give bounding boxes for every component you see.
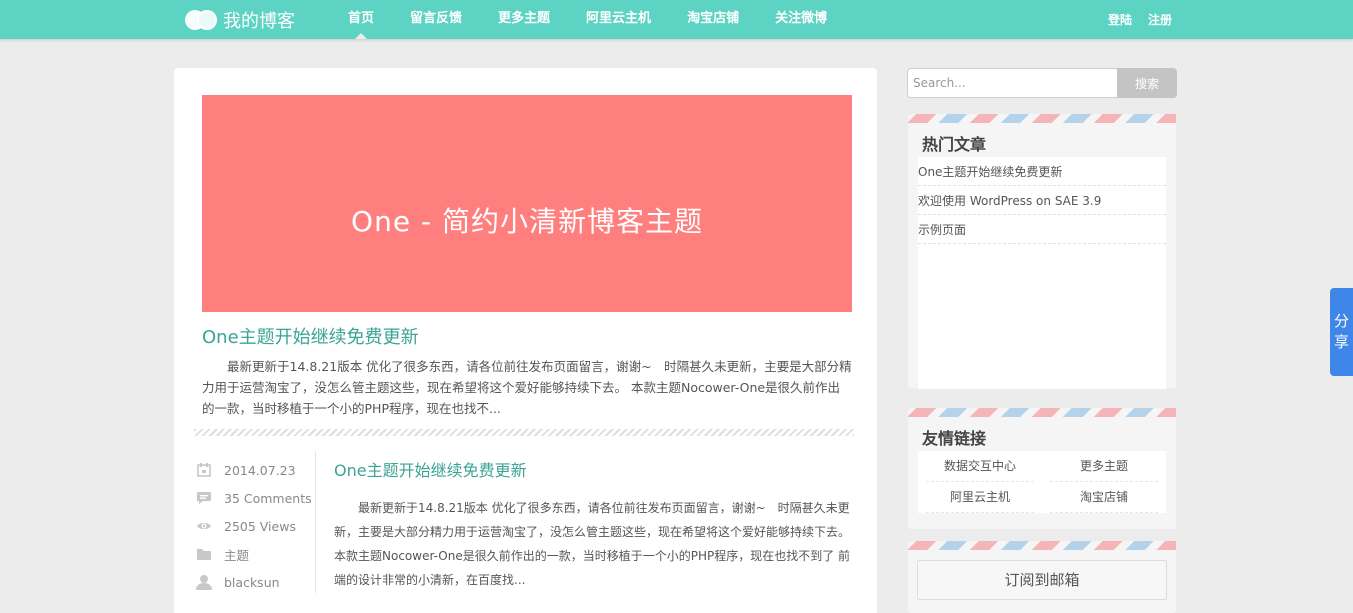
post-views-row: 2505 Views: [196, 512, 316, 540]
banner-text: One - 简约小清新博客主题: [351, 204, 703, 238]
hot-article-item[interactable]: 示例页面: [918, 215, 1166, 244]
nav-item-taobao[interactable]: 淘宝店铺: [669, 0, 757, 39]
friend-link-item[interactable]: 阿里云主机: [926, 482, 1034, 513]
calendar-icon: [197, 463, 211, 477]
site-title: 我的博客: [223, 11, 295, 32]
friend-links-title: 友情链接: [922, 429, 987, 448]
auth-links: 登陆 注册: [1108, 0, 1172, 39]
subscribe-email-button[interactable]: 订阅到邮箱: [917, 560, 1167, 600]
search-button[interactable]: 搜索: [1117, 68, 1177, 98]
main-content: One - 简约小清新博客主题 One主题开始继续免费更新 最新更新于14.8.…: [174, 68, 877, 613]
user-icon: [196, 575, 212, 590]
friend-links-widget: 友情链接 数据交互中心 更多主题 阿里云主机 淘宝店铺: [908, 408, 1176, 529]
friend-link-item[interactable]: 淘宝店铺: [1050, 482, 1158, 513]
main-nav: 首页 留言反馈 更多主题 阿里云主机 淘宝店铺 关注微博: [330, 0, 845, 39]
nav-item-home[interactable]: 首页: [330, 0, 392, 39]
post-category: 主题: [224, 547, 250, 563]
register-link[interactable]: 注册: [1148, 0, 1172, 39]
post-title[interactable]: One主题开始继续免费更新: [334, 457, 527, 481]
hot-article-item[interactable]: 欢迎使用 WordPress on SAE 3.9: [918, 186, 1166, 215]
share-label: 分享: [1334, 312, 1350, 351]
post-views: 2505 Views: [224, 518, 296, 534]
friend-links-list: 数据交互中心 更多主题 阿里云主机 淘宝店铺: [918, 451, 1166, 513]
hot-article-item[interactable]: One主题开始继续免费更新: [918, 157, 1166, 186]
comment-icon: [197, 492, 211, 504]
site-logo[interactable]: 我的博客: [185, 8, 295, 32]
nav-item-more-themes[interactable]: 更多主题: [480, 0, 568, 39]
nav-item-aliyun[interactable]: 阿里云主机: [568, 0, 669, 39]
eye-icon: [197, 523, 211, 529]
post-author-row[interactable]: blacksun: [196, 568, 316, 596]
friend-link-item[interactable]: 数据交互中心: [926, 451, 1034, 482]
top-nav-bar: 我的博客 首页 留言反馈 更多主题 阿里云主机 淘宝店铺 关注微博 登陆 注册: [0, 0, 1353, 39]
post-excerpt: 最新更新于14.8.21版本 优化了很多东西，请各位前往发布页面留言，谢谢~ 时…: [334, 501, 851, 587]
post-author: blacksun: [224, 574, 280, 590]
nav-item-weibo[interactable]: 关注微博: [757, 0, 845, 39]
search-input[interactable]: [907, 68, 1117, 98]
share-button[interactable]: 分享: [1330, 288, 1353, 376]
friend-link-item[interactable]: 更多主题: [1050, 451, 1158, 482]
post-date-row: 2014.07.23: [196, 456, 316, 484]
hot-articles-widget: 热门文章 One主题开始继续免费更新 欢迎使用 WordPress on SAE…: [908, 114, 1176, 389]
airmail-border: [908, 114, 1176, 123]
search-form: 搜索: [907, 68, 1177, 98]
login-link[interactable]: 登陆: [1108, 0, 1132, 39]
nav-item-feedback[interactable]: 留言反馈: [392, 0, 480, 39]
subscribe-widget: 订阅到邮箱: [908, 541, 1176, 613]
featured-post-excerpt: 最新更新于14.8.21版本 优化了很多东西，请各位前往发布页面留言，谢谢~ 时…: [202, 359, 852, 416]
post-meta: 2014.07.23 35 Comments 2505 Views 主题 bla…: [196, 456, 316, 596]
hot-articles-list: One主题开始继续免费更新 欢迎使用 WordPress on SAE 3.9 …: [918, 157, 1166, 389]
meta-divider: [315, 451, 316, 593]
airmail-border: [908, 408, 1176, 417]
section-divider: [194, 429, 854, 436]
post-date: 2014.07.23: [224, 462, 296, 478]
featured-banner-image[interactable]: One - 简约小清新博客主题: [202, 95, 852, 312]
folder-icon: [197, 549, 211, 560]
post-category-row[interactable]: 主题: [196, 540, 316, 568]
post-comments-row[interactable]: 35 Comments: [196, 484, 316, 512]
logo-circles-icon: [185, 9, 219, 31]
featured-post-title[interactable]: One主题开始继续免费更新: [202, 323, 419, 349]
post-comments: 35 Comments: [224, 490, 312, 506]
hot-articles-title: 热门文章: [922, 135, 987, 154]
airmail-border: [908, 541, 1176, 550]
